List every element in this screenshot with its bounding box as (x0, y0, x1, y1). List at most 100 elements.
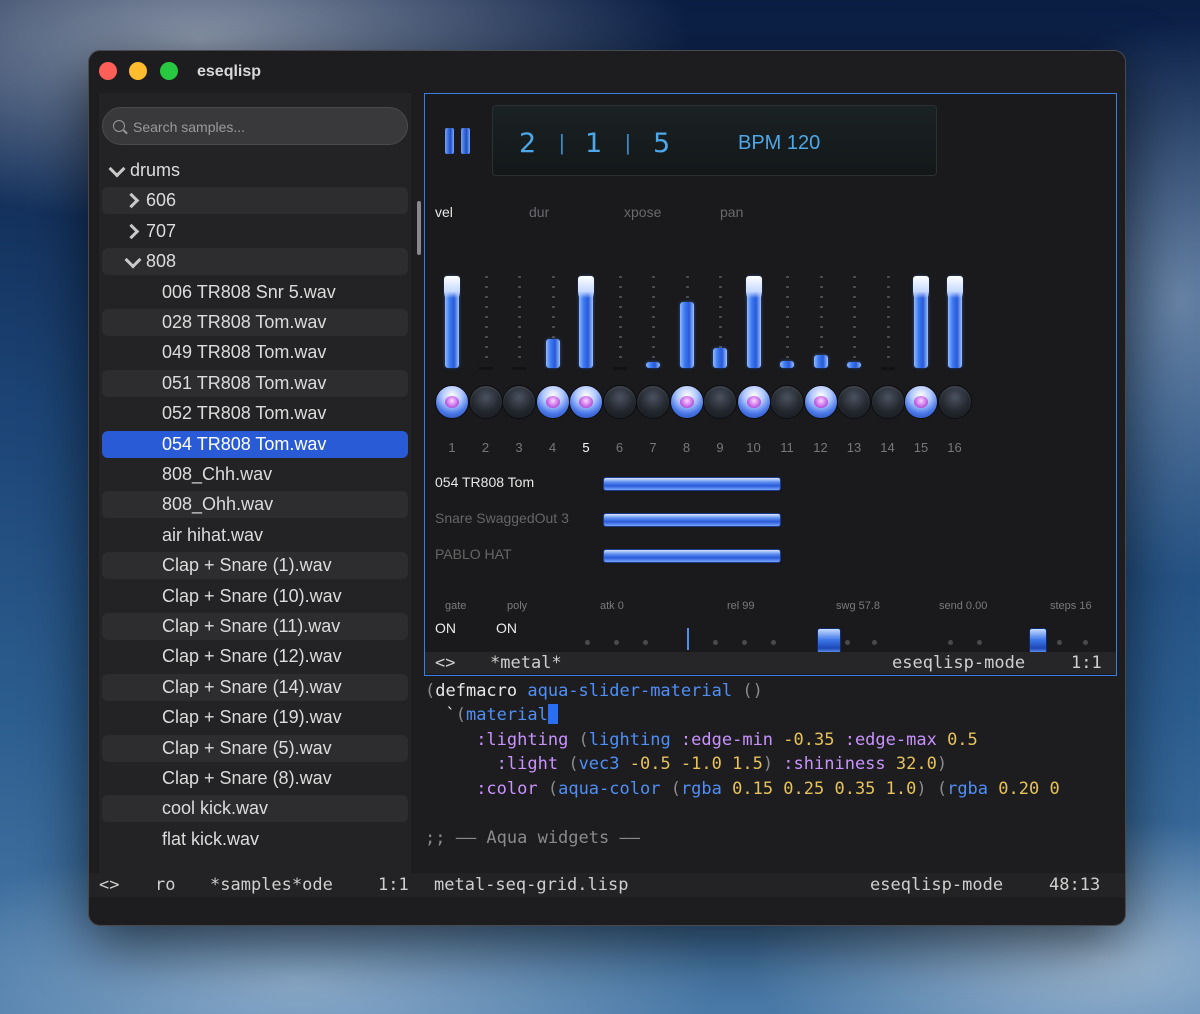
gate-toggle[interactable]: ON (435, 620, 456, 636)
tree-row[interactable]: Clap + Snare (11).wav (102, 613, 408, 640)
track-level-bar[interactable] (603, 477, 781, 491)
search-icon (113, 120, 125, 132)
velocity-bar[interactable] (813, 355, 828, 368)
velocity-bar[interactable] (646, 362, 660, 368)
tab-xpose[interactable]: xpose (624, 204, 661, 220)
sample-browser: drums 606 707 808 006 TR808 Snr 5.wav 028 TR8… (99, 93, 421, 873)
pause-button[interactable] (445, 128, 471, 154)
tree-row[interactable]: 054 TR808 Tom.wav (102, 430, 408, 458)
tree-row[interactable]: Clap + Snare (5).wav (102, 734, 408, 762)
tree-row-label: Clap + Snare (12).wav (162, 646, 342, 667)
velocity-bar[interactable] (713, 347, 727, 368)
tree-row[interactable]: Clap + Snare (10).wav (102, 583, 408, 610)
chevron-down-icon[interactable] (110, 163, 124, 177)
tree-row[interactable]: Clap + Snare (19).wav (102, 704, 408, 731)
velocity-bar[interactable] (545, 338, 560, 368)
step-button[interactable] (502, 385, 536, 419)
step-button[interactable] (937, 385, 972, 419)
code-line: `(material (425, 703, 558, 728)
step-button[interactable] (703, 385, 737, 419)
tree-row[interactable]: 051 TR808 Tom.wav (102, 369, 408, 397)
step-button[interactable] (904, 385, 938, 419)
tree-row[interactable]: 808_Chh.wav (102, 461, 408, 488)
step-button[interactable] (770, 385, 804, 419)
tab-pan[interactable]: pan (720, 204, 743, 220)
tree-row[interactable]: cool kick.wav (102, 795, 408, 823)
tree-row[interactable]: Clap + Snare (14).wav (102, 673, 408, 701)
step-number: 2 (481, 440, 490, 455)
tree-row[interactable]: 808 (102, 248, 408, 276)
tree-row[interactable]: air hihat.wav (102, 522, 408, 549)
step-button[interactable] (435, 385, 469, 419)
search-box[interactable] (102, 107, 408, 145)
tree-row[interactable]: flat kick.wav (102, 826, 408, 853)
tree-row[interactable]: 707 (102, 218, 408, 245)
step-button[interactable] (669, 385, 704, 419)
text-cursor (547, 704, 558, 724)
tree-row-label: flat kick.wav (162, 828, 260, 849)
tree-row[interactable]: Clap + Snare (1).wav (102, 552, 408, 580)
poly-toggle[interactable]: ON (496, 620, 517, 636)
tree-row[interactable]: 606 (102, 187, 408, 215)
tree-row[interactable]: 052 TR808 Tom.wav (102, 400, 408, 427)
velocity-bar[interactable] (745, 276, 762, 368)
zoom-button[interactable] (160, 62, 178, 80)
track-name[interactable]: PABLO HAT (435, 546, 512, 562)
code-token: :edge-min (680, 730, 784, 750)
minimize-button[interactable] (129, 62, 147, 80)
tree-row[interactable]: 006 TR808 Snr 5.wav (102, 279, 408, 306)
rel-slider-marker[interactable] (687, 628, 689, 650)
step-button[interactable] (736, 385, 771, 419)
velocity-bar[interactable] (946, 276, 963, 368)
velocity-track (886, 276, 890, 364)
track-name[interactable]: 054 TR808 Tom (435, 474, 534, 490)
steps-slider-knob[interactable] (1029, 628, 1047, 654)
velocity-bar[interactable] (679, 301, 694, 368)
close-button[interactable] (99, 62, 117, 80)
chevron-right-icon[interactable] (126, 224, 140, 238)
nav-arrows[interactable]: <> (435, 652, 455, 674)
nav-arrows[interactable]: <> (99, 874, 119, 896)
step-button[interactable] (803, 385, 838, 419)
velocity-base (478, 367, 493, 370)
step-button[interactable] (870, 385, 905, 419)
slider-dot (614, 640, 619, 645)
slider-dot (872, 640, 877, 645)
tree-row[interactable]: 049 TR808 Tom.wav (102, 339, 408, 366)
code-editor[interactable]: (defmacro aqua-slider-material () `(mate… (424, 676, 1117, 880)
step-button[interactable] (468, 385, 503, 419)
tree-scrollbar[interactable] (417, 201, 421, 255)
tree-row[interactable]: 808_Ohh.wav (102, 491, 408, 519)
poly-label: poly (507, 600, 528, 612)
velocity-bar[interactable] (847, 362, 861, 368)
tree-row[interactable]: 028 TR808 Tom.wav (102, 309, 408, 336)
velocity-track (652, 276, 655, 364)
track-level-bar[interactable] (603, 513, 781, 527)
swing-slider-knob[interactable] (817, 628, 841, 654)
bpm-display[interactable]: BPM 120 (738, 132, 820, 155)
code-line: :color (aqua-color (rgba 0.15 0.25 0.35 … (425, 777, 1060, 802)
tree-row-label: Clap + Snare (11).wav (162, 616, 341, 636)
tree-row[interactable]: drums (102, 157, 408, 184)
track-level-bar[interactable] (603, 549, 781, 563)
step-button[interactable] (569, 385, 603, 419)
chevron-down-icon[interactable] (126, 254, 140, 268)
step-button[interactable] (636, 385, 670, 419)
velocity-bar[interactable] (578, 276, 594, 368)
step-button[interactable] (837, 385, 871, 419)
velocity-bar[interactable] (913, 276, 929, 368)
code-token: :shininess (783, 754, 896, 774)
tab-dur[interactable]: dur (529, 204, 549, 220)
step-button[interactable] (602, 385, 637, 419)
tree-row[interactable]: Clap + Snare (12).wav (102, 643, 408, 670)
code-token: -0.35 (783, 730, 845, 750)
track-name[interactable]: Snare SwaggedOut 3 (435, 510, 569, 526)
search-input[interactable] (133, 116, 393, 138)
step-button[interactable] (535, 385, 570, 419)
chevron-right-icon[interactable] (126, 193, 140, 207)
velocity-bar[interactable] (780, 360, 794, 368)
velocity-bar[interactable] (444, 276, 460, 368)
tree-row[interactable]: Clap + Snare (8).wav (102, 765, 408, 792)
code-token: () (742, 681, 763, 701)
tab-vel[interactable]: vel (435, 204, 453, 220)
